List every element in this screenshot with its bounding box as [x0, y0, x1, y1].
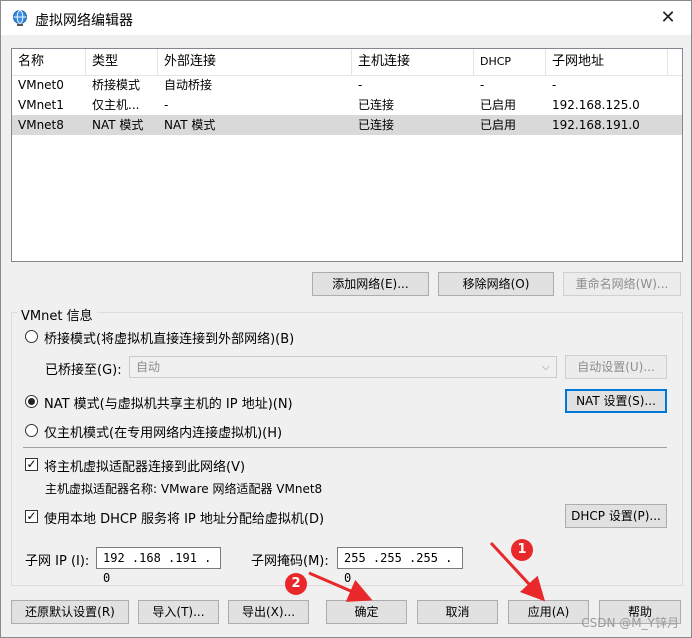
virtual-network-editor-window: 虚拟网络编辑器 ✕ 名称 类型 外部连接 主机连接 DHCP 子网地址 VMne…: [0, 0, 692, 638]
step-badge-1: 1: [511, 539, 533, 561]
arrow-to-ok: [308, 571, 373, 602]
step-badge-2: 2: [285, 573, 307, 595]
annotation-arrows: [308, 541, 546, 602]
watermark: CSDN @M_Y锌月: [581, 616, 679, 630]
